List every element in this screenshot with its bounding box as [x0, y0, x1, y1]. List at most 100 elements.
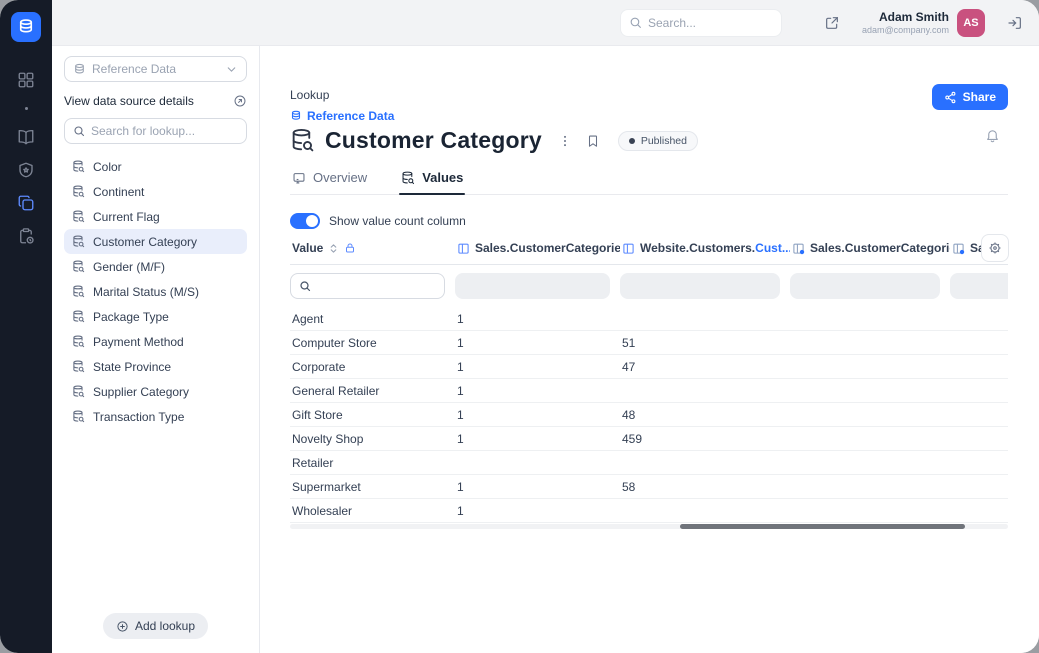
bookmark-icon[interactable]: [586, 134, 600, 148]
avatar[interactable]: AS: [957, 9, 985, 37]
toggle-knob: [306, 215, 318, 227]
breadcrumb[interactable]: Reference Data: [290, 109, 394, 123]
lookup-search-input[interactable]: [64, 118, 247, 144]
open-external-icon[interactable]: [824, 15, 840, 31]
sort-icon[interactable]: [328, 243, 339, 254]
sidebar-item-transaction-type[interactable]: Transaction Type: [64, 404, 247, 429]
sidebar-item-label: State Province: [93, 360, 171, 374]
values-table: Value Sales.CustomerCategorie...: [290, 241, 1008, 529]
lookup-icon: [290, 128, 315, 153]
status-badge: Published: [618, 131, 698, 151]
table-row: Computer Store151: [290, 331, 1008, 355]
bell-icon[interactable]: [985, 128, 1000, 148]
value-cell: Supermarket: [290, 480, 455, 494]
column-header-mapping-3[interactable]: Sales.CustomerCategorie...: [790, 241, 950, 255]
global-search-input[interactable]: [620, 9, 782, 37]
table-row: Retailer: [290, 451, 1008, 475]
sidebar-item-current-flag[interactable]: Current Flag: [64, 204, 247, 229]
lookup-icon: [72, 185, 85, 198]
count-cell: 1: [455, 408, 620, 422]
lookup-icon: [72, 160, 85, 173]
sidebar-item-label: Customer Category: [93, 235, 197, 249]
view-data-source-details-link[interactable]: View data source details: [64, 94, 247, 108]
sidebar-item-package-type[interactable]: Package Type: [64, 304, 247, 329]
count-cell: 48: [620, 408, 790, 422]
dashboard-grid-icon[interactable]: [16, 70, 36, 90]
tab-overview[interactable]: Overview: [290, 170, 369, 194]
lookup-icon: [72, 385, 85, 398]
scrollbar-thumb[interactable]: [680, 524, 965, 529]
column-label: Website.Customers.: [640, 241, 755, 255]
page-title: Customer Category: [325, 127, 542, 154]
lookup-icon: [72, 360, 85, 373]
filter-input-disabled: [620, 273, 780, 299]
share-nodes-icon: [944, 91, 957, 104]
lookup-icon: [72, 335, 85, 348]
column-settings-button[interactable]: [981, 234, 1009, 262]
global-search-field[interactable]: [648, 16, 773, 30]
share-button[interactable]: Share: [932, 84, 1008, 110]
search-icon: [299, 280, 311, 292]
table-row: Gift Store148: [290, 403, 1008, 427]
layers-icon[interactable]: [16, 193, 36, 213]
sidebar-item-state-province[interactable]: State Province: [64, 354, 247, 379]
count-cell: 1: [455, 432, 620, 446]
column-label: Value: [292, 241, 323, 255]
sidebar-item-color[interactable]: Color: [64, 154, 247, 179]
column-header-value[interactable]: Value: [290, 241, 455, 255]
lookup-search-field[interactable]: [91, 124, 238, 138]
value-cell: Wholesaler: [290, 504, 455, 518]
add-lookup-label: Add lookup: [135, 619, 195, 633]
sidebar-item-label: Package Type: [93, 310, 169, 324]
table-dot-icon: [952, 242, 965, 255]
database-icon: [290, 110, 302, 122]
sidebar-item-label: Supplier Category: [93, 385, 189, 399]
sidebar-item-label: Transaction Type: [93, 410, 184, 424]
search-icon: [629, 16, 642, 29]
breadcrumb-label: Reference Data: [307, 109, 394, 123]
app-logo-database-icon: [11, 12, 41, 42]
section-label: Lookup: [290, 88, 1008, 102]
clipboard-clock-icon[interactable]: [16, 226, 36, 246]
table-row: Wholesaler1: [290, 499, 1008, 523]
table-row: Novelty Shop1459: [290, 427, 1008, 451]
sidebar-item-label: Continent: [93, 185, 144, 199]
sidebar-item-continent[interactable]: Continent: [64, 179, 247, 204]
tab-values[interactable]: Values: [399, 170, 465, 194]
sidebar-item-supplier-category[interactable]: Supplier Category: [64, 379, 247, 404]
lookup-icon: [72, 285, 85, 298]
value-cell: Corporate: [290, 360, 455, 374]
gear-icon: [988, 241, 1002, 255]
arrow-circle-icon: [233, 94, 247, 108]
sidebar-item-label: Color: [93, 160, 122, 174]
user-name: Adam Smith: [862, 10, 949, 24]
add-lookup-button[interactable]: Add lookup: [103, 613, 208, 639]
book-icon[interactable]: [16, 127, 36, 147]
icon-rail: [0, 0, 52, 653]
tab-bar: Overview Values: [290, 170, 1008, 195]
shield-star-icon[interactable]: [16, 160, 36, 180]
app-window: Adam Smith adam@company.com AS Reference…: [0, 0, 1039, 653]
horizontal-scrollbar: [290, 524, 1008, 529]
column-label-highlight: Cust...: [755, 241, 790, 255]
more-actions-icon[interactable]: [558, 134, 572, 148]
sidebar-item-customer-category[interactable]: Customer Category: [64, 229, 247, 254]
column-label: Sales.CustomerCategorie: [475, 241, 620, 255]
table-dot-icon: [792, 242, 805, 255]
sidebar-item-payment-method[interactable]: Payment Method: [64, 329, 247, 354]
value-filter-input[interactable]: [290, 273, 445, 299]
column-header-mapping-1[interactable]: Sales.CustomerCategorie...: [455, 241, 620, 255]
values-icon: [401, 171, 415, 185]
tab-label: Overview: [313, 170, 367, 185]
tab-label: Values: [422, 170, 463, 185]
sidebar-item-gender[interactable]: Gender (M/F): [64, 254, 247, 279]
data-source-select[interactable]: Reference Data: [64, 56, 247, 82]
count-cell: 1: [455, 480, 620, 494]
sidebar-item-marital-status[interactable]: Marital Status (M/S): [64, 279, 247, 304]
user-menu[interactable]: Adam Smith adam@company.com AS: [862, 9, 985, 37]
count-cell: 459: [620, 432, 790, 446]
topbar: Adam Smith adam@company.com AS: [52, 0, 1039, 46]
value-count-toggle[interactable]: [290, 213, 320, 229]
logout-icon[interactable]: [1007, 15, 1023, 31]
column-header-mapping-2[interactable]: Website.Customers.Cust...: [620, 241, 790, 255]
